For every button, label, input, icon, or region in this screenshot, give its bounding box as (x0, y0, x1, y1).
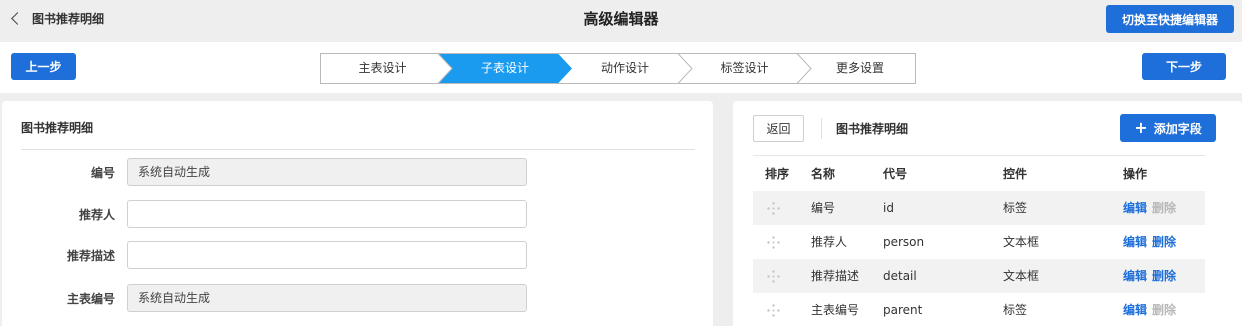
row-code: person (883, 235, 925, 249)
row-control: 标签 (1003, 303, 1028, 317)
drag-handle-icon[interactable] (767, 202, 780, 215)
delete-link: 删除 (1152, 303, 1177, 317)
step-sub-design[interactable]: 子表设计 (445, 53, 565, 84)
next-step-button[interactable]: 下一步 (1142, 53, 1226, 80)
column-header-name: 名称 (811, 167, 836, 181)
drag-handle-icon[interactable] (767, 304, 780, 317)
field-input-id: 系统自动生成 (127, 158, 527, 186)
step-wizard: 主表设计 子表设计 动作设计 标签设计 更多设置 (320, 53, 916, 84)
step-tag-design[interactable]: 标签设计 (685, 53, 804, 84)
row-code: parent (883, 303, 923, 317)
table-row: 推荐人 person 文本框 编辑 删除 (753, 225, 1205, 259)
row-control: 文本框 (1003, 235, 1040, 249)
field-list-panel: 返回 图书推荐明细 + 添加字段 排序 名称 代号 控件 操作 编号 id 标签… (733, 101, 1242, 326)
edit-link[interactable]: 编辑 (1123, 293, 1147, 326)
field-label-detail: 推荐描述 (66, 249, 115, 263)
table-row: 主表编号 parent 标签 编辑 删除 (753, 293, 1205, 326)
field-input-detail[interactable] (127, 241, 527, 269)
table-row: 编号 id 标签 编辑 删除 (753, 191, 1205, 225)
step-main-design[interactable]: 主表设计 (320, 53, 445, 84)
form-title: 图书推荐明细 (21, 121, 94, 135)
plus-icon: + (1134, 118, 1148, 137)
field-input-parent: 系统自动生成 (127, 284, 527, 312)
field-label-person: 推荐人 (78, 208, 115, 222)
row-control: 标签 (1003, 201, 1028, 215)
divider (753, 155, 1205, 156)
drag-handle-icon[interactable] (767, 270, 780, 283)
return-button[interactable]: 返回 (753, 115, 804, 142)
field-label-parent: 主表编号 (66, 292, 115, 306)
prev-step-button[interactable]: 上一步 (11, 53, 76, 80)
column-header-code: 代号 (883, 167, 908, 181)
delete-link[interactable]: 删除 (1152, 259, 1176, 293)
row-name: 推荐人 (811, 235, 848, 249)
step-action-design[interactable]: 动作设计 (565, 53, 685, 84)
field-label-id: 编号 (90, 166, 115, 180)
switch-editor-button[interactable]: 切换至快捷编辑器 (1106, 5, 1234, 33)
field-list-title: 图书推荐明细 (836, 122, 909, 136)
step-more-settings[interactable]: 更多设置 (804, 53, 916, 84)
delete-link[interactable]: 删除 (1152, 225, 1176, 259)
row-code: detail (883, 269, 917, 283)
form-preview-panel: 图书推荐明细 编号 系统自动生成 推荐人 推荐描述 主表编号 系统自动生成 (2, 101, 713, 326)
column-header-control: 控件 (1003, 167, 1028, 181)
add-field-button[interactable]: + 添加字段 (1120, 114, 1216, 142)
row-code: id (883, 201, 894, 215)
edit-link[interactable]: 编辑 (1123, 191, 1147, 225)
edit-link[interactable]: 编辑 (1123, 259, 1147, 293)
field-input-person[interactable] (127, 200, 527, 228)
page-title: 高级编辑器 (583, 10, 659, 28)
back-label: 图书推荐明细 (32, 11, 105, 26)
column-header-actions: 操作 (1123, 167, 1148, 181)
add-field-label: 添加字段 (1153, 121, 1202, 136)
step-bar: 上一步 主表设计 子表设计 动作设计 标签设计 更多设置 下一步 (0, 42, 1242, 93)
table-row: 推荐描述 detail 文本框 编辑 删除 (753, 259, 1205, 293)
row-name: 主表编号 (811, 303, 860, 317)
divider (821, 118, 822, 139)
edit-link[interactable]: 编辑 (1123, 225, 1147, 259)
row-name: 编号 (811, 201, 836, 215)
divider (21, 149, 695, 150)
row-name: 推荐描述 (811, 269, 860, 283)
top-bar: 图书推荐明细 高级编辑器 切换至快捷编辑器 (0, 0, 1242, 38)
delete-link: 删除 (1152, 201, 1177, 215)
chevron-left-icon (11, 11, 24, 25)
column-header-sort: 排序 (765, 167, 790, 181)
row-control: 文本框 (1003, 269, 1040, 283)
drag-handle-icon[interactable] (767, 236, 780, 249)
back-link[interactable]: 图书推荐明细 (9, 9, 104, 27)
